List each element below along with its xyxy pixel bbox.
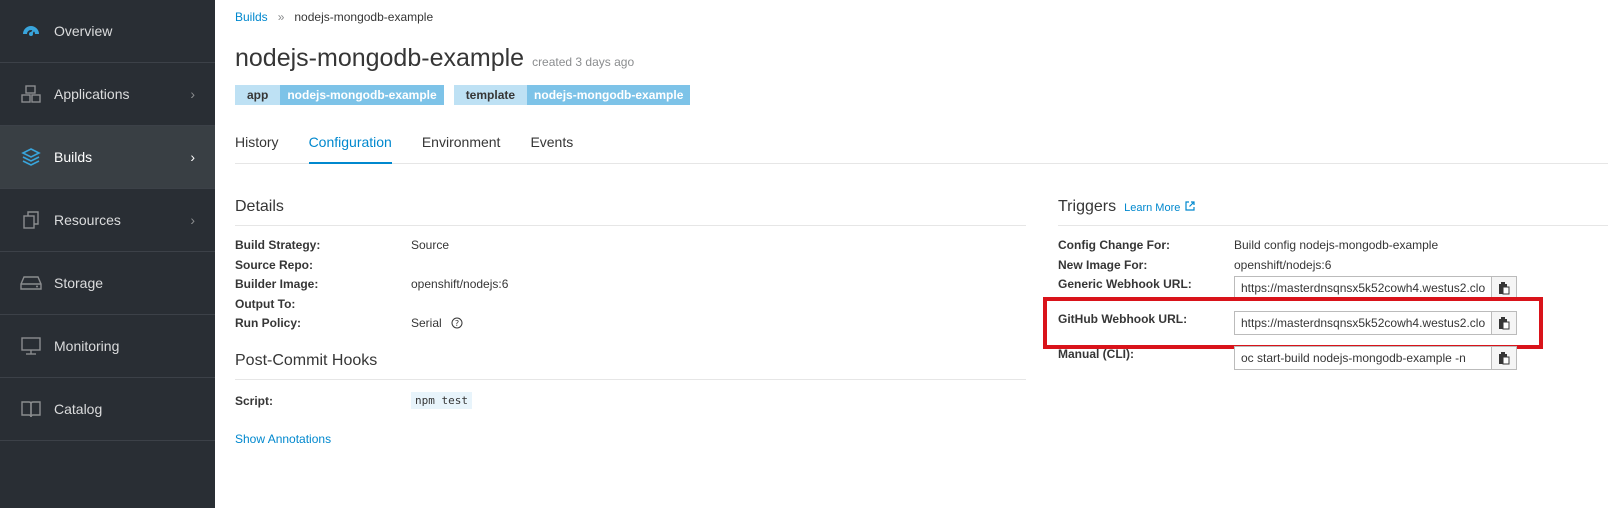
learn-more-link[interactable]: Learn More [1124,201,1196,214]
detail-value: Build config nodejs-mongodb-example [1234,238,1439,252]
detail-label: Script: [235,393,274,408]
page-title: nodejs-mongodb-example [235,44,525,72]
detail-value: openshift/nodejs:6 [411,277,509,291]
dashboard-icon [20,20,42,42]
chevron-right-icon: › [190,149,195,165]
triggers-header: Triggers Learn More [1058,198,1196,216]
label-app[interactable]: app nodejs-mongodb-example [235,85,444,105]
label-value: nodejs-mongodb-example [527,85,691,105]
sidebar-item-catalog[interactable]: Catalog [0,378,215,441]
sidebar-item-label: Resources [54,212,121,228]
detail-label: Run Policy: [235,316,302,330]
sidebar-item-label: Applications [54,86,130,102]
sidebar-item-label: Monitoring [54,338,120,354]
clipboard-icon [1498,316,1510,330]
detail-label: Generic Webhook URL: [1058,277,1192,291]
detail-label: Build Strategy: [235,238,321,252]
detail-label: New Image For: [1058,258,1148,272]
detail-value: Serial [411,316,442,330]
sidebar-item-label: Storage [54,275,104,291]
main-content: Builds » nodejs-mongodb-example nodejs-m… [215,0,1608,508]
trigger-generic-webhook-label-row: Generic Webhook URL: [1058,277,1192,291]
breadcrumb-builds-link[interactable]: Builds [235,10,268,24]
github-webhook-input[interactable] [1234,311,1492,335]
files-icon [20,209,42,231]
chevron-right-icon: › [190,212,195,228]
show-annotations-link[interactable]: Show Annotations [235,432,331,446]
label-list: app nodejs-mongodb-example template node… [235,85,691,105]
post-commit-hooks-heading: Post-Commit Hooks [235,352,378,369]
label-key: template [453,85,528,105]
sidebar-item-label: Overview [54,23,113,39]
detail-row-build-strategy: Build Strategy: Source [235,238,449,252]
breadcrumb-separator: » [277,10,285,24]
learn-more-label: Learn More [1124,202,1181,214]
trigger-new-image: New Image For: openshift/nodejs:6 [1058,258,1331,272]
clipboard-icon [1498,281,1510,295]
book-icon [20,398,42,420]
page-header: nodejs-mongodb-example created 3 days ag… [235,44,634,73]
layers-icon [20,146,42,168]
trigger-manual-label-row: Manual (CLI): [1058,347,1134,361]
script-value: npm test [411,392,472,409]
divider [235,225,1026,226]
hdd-icon [20,272,42,294]
sidebar-item-builds[interactable]: Builds › [0,126,215,189]
detail-value: openshift/nodejs:6 [1234,258,1332,272]
copy-button[interactable] [1492,346,1517,370]
detail-label: Source Repo: [235,258,314,272]
github-webhook-field [1234,311,1517,335]
detail-row-script: Script: npm test [235,392,472,409]
cubes-icon [20,83,42,105]
sidebar-item-label: Catalog [54,401,103,417]
tab-history[interactable]: History [235,130,279,162]
detail-row-run-policy: Run Policy: Serial ? [235,316,463,330]
breadcrumb-current: nodejs-mongodb-example [294,10,434,24]
manual-cli-field [1234,346,1517,370]
external-link-icon [1185,201,1196,214]
detail-row-source-repo: Source Repo: [235,258,411,272]
detail-row-builder-image: Builder Image: openshift/nodejs:6 [235,277,508,291]
triggers-heading: Triggers [1058,198,1117,215]
sidebar-item-resources[interactable]: Resources › [0,189,215,252]
detail-value: Source [411,238,450,252]
detail-label: GitHub Webhook URL: [1058,312,1188,326]
manual-cli-input[interactable] [1234,346,1492,370]
trigger-github-webhook-label-row: GitHub Webhook URL: [1058,312,1187,326]
trigger-config-change: Config Change For: Build config nodejs-m… [1058,238,1438,252]
chevron-right-icon: › [190,86,195,102]
tab-environment[interactable]: Environment [422,130,501,162]
label-key: app [235,85,281,105]
divider [1058,225,1608,226]
tab-configuration[interactable]: Configuration [308,130,392,164]
divider [235,379,1026,380]
copy-button[interactable] [1492,311,1517,335]
monitor-icon [20,335,42,357]
detail-label: Config Change For: [1058,238,1170,252]
svg-text:?: ? [455,319,459,328]
clipboard-icon [1498,351,1510,365]
detail-label: Output To: [235,297,296,311]
label-template[interactable]: template nodejs-mongodb-example [453,85,691,105]
sidebar-item-overview[interactable]: Overview [0,0,215,63]
tab-events[interactable]: Events [530,130,573,162]
sidebar: Overview Applications › Builds › Resourc… [0,0,215,508]
details-heading: Details [235,198,284,215]
sidebar-item-applications[interactable]: Applications › [0,63,215,126]
sidebar-item-label: Builds [54,149,93,165]
tab-bar: History Configuration Environment Events [235,130,1608,164]
sidebar-item-storage[interactable]: Storage [0,252,215,315]
label-value: nodejs-mongodb-example [280,85,444,105]
help-icon[interactable]: ? [451,317,463,329]
detail-label: Manual (CLI): [1058,347,1134,361]
sidebar-item-monitoring[interactable]: Monitoring [0,315,215,378]
breadcrumb: Builds » nodejs-mongodb-example [235,10,433,24]
detail-label: Builder Image: [235,277,319,291]
created-timestamp: created 3 days ago [532,55,635,69]
detail-row-output-to: Output To: [235,297,411,311]
